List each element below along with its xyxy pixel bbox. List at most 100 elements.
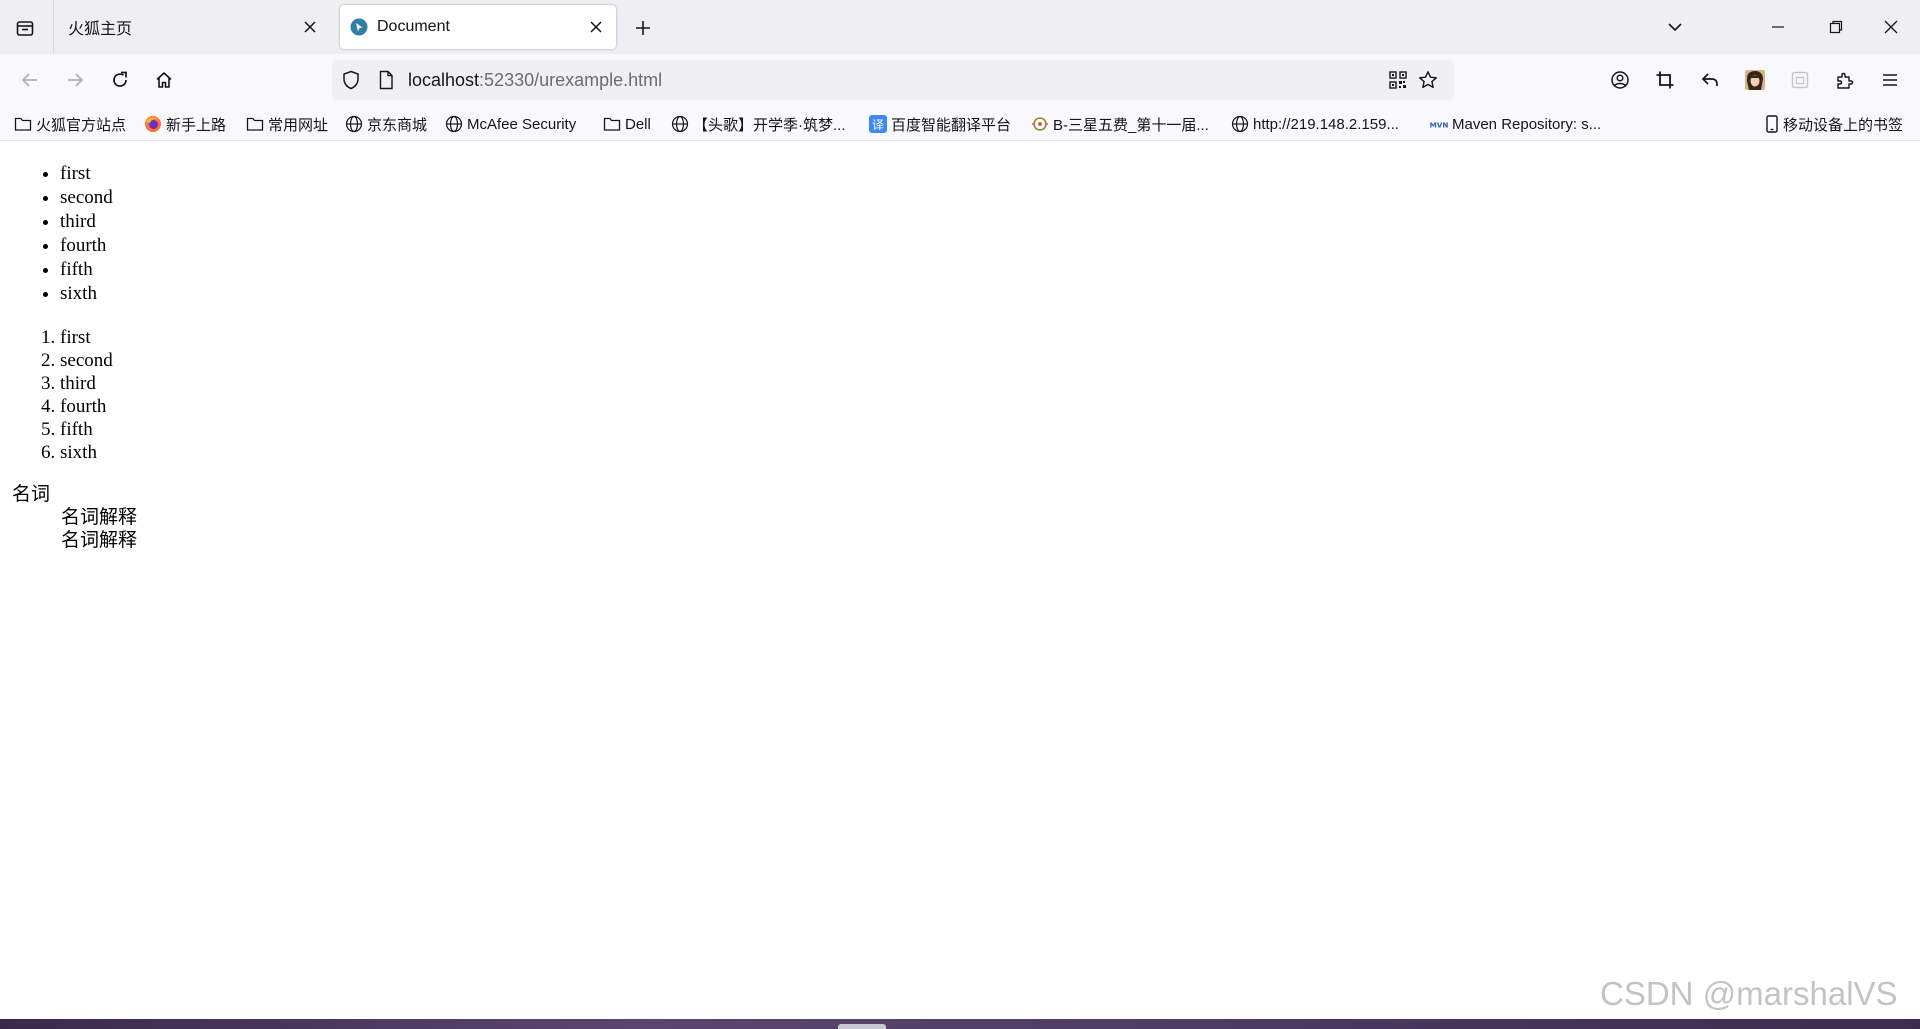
tab-close-icon[interactable] <box>584 15 608 39</box>
definition-description: 名词解释 <box>61 507 138 528</box>
bookmark-item[interactable]: McAfee Security <box>445 112 576 136</box>
screenshot-button[interactable] <box>1647 62 1683 98</box>
arrow-left-icon <box>20 70 40 90</box>
list-item: third <box>60 372 113 395</box>
globe-icon <box>1231 115 1249 133</box>
bookmark-item[interactable]: 【头歌】开学季·筑梦... <box>671 112 846 136</box>
folder-icon <box>603 115 621 133</box>
folder-icon <box>246 115 264 133</box>
globe-icon <box>445 115 463 133</box>
bookmark-label: B-三星五费_第十一届... <box>1053 116 1209 134</box>
tab-document[interactable]: Document <box>340 5 616 49</box>
page-content: first second third fourth fifth sixth fi… <box>0 142 1920 1019</box>
navigation-toolbar: localhost:52330/urexample.html <box>0 54 1920 107</box>
taskbar-handle <box>838 1024 886 1029</box>
globe-icon <box>345 115 363 133</box>
bookmark-star-icon[interactable] <box>1418 70 1438 90</box>
list-item: second <box>60 349 113 372</box>
bookmark-item[interactable]: B-三星五费_第十一届... <box>1031 112 1209 136</box>
definition-term: 名词 <box>12 484 51 505</box>
list-item: second <box>60 186 113 210</box>
profile-avatar-button[interactable] <box>1737 62 1773 98</box>
url-path: :52330/urexample.html <box>479 70 663 90</box>
definition-list: 名词 名词解释 名词解释 <box>12 483 137 552</box>
url-host: localhost <box>408 70 480 90</box>
bookmark-label: 新手上路 <box>166 116 227 134</box>
home-icon <box>154 70 174 90</box>
bookmarks-toolbar: 火狐官方站点 新手上路 常用网址 京东商城 McAfee Security De… <box>0 107 1920 141</box>
svg-text:MVN: MVN <box>1430 121 1448 130</box>
home-button[interactable] <box>146 62 182 98</box>
globe-icon <box>671 115 689 133</box>
chevron-down-icon <box>1666 18 1684 36</box>
extensions-button[interactable] <box>1827 62 1863 98</box>
firefox-view-icon <box>15 18 35 38</box>
desktop-taskbar-edge <box>0 1019 1920 1029</box>
bookmark-label: McAfee Security <box>467 115 577 133</box>
back-button[interactable] <box>12 62 48 98</box>
firefox-view-button[interactable] <box>8 12 42 44</box>
site-favicon-icon <box>350 18 368 36</box>
restore-icon <box>1829 20 1843 34</box>
reload-icon <box>110 70 130 90</box>
svg-text:译: 译 <box>872 118 884 132</box>
forward-button[interactable] <box>57 62 93 98</box>
watermark: CSDN @marshalVS <box>1600 975 1898 1012</box>
tab-strip: 火狐主页 Document <box>0 0 1920 54</box>
bookmark-label: 百度智能翻译平台 <box>891 116 1012 134</box>
list-item: fourth <box>60 395 113 418</box>
close-icon <box>1883 19 1899 35</box>
account-button[interactable] <box>1602 62 1638 98</box>
bookmark-label: 【头歌】开学季·筑梦... <box>693 116 846 134</box>
list-item: third <box>60 210 113 234</box>
bookmark-item[interactable]: 常用网址 <box>246 112 328 136</box>
arrow-right-icon <box>65 70 85 90</box>
bookmark-label: 京东商城 <box>367 116 428 134</box>
undo-button[interactable] <box>1692 62 1728 98</box>
tab-title: Document <box>377 18 450 35</box>
bookmark-item[interactable]: 新手上路 <box>144 112 226 136</box>
bookmark-item[interactable]: 京东商城 <box>345 112 427 136</box>
bookmark-label: Maven Repository: s... <box>1452 115 1602 133</box>
qr-code-icon[interactable] <box>1388 70 1408 90</box>
new-tab-button[interactable] <box>627 13 659 43</box>
unordered-list: first second third fourth fifth sixth <box>60 162 113 306</box>
folder-icon <box>14 115 32 133</box>
page-info-icon[interactable] <box>376 70 396 90</box>
tab-firefox-home[interactable]: 火狐主页 <box>55 5 330 49</box>
bookmark-item[interactable]: MVN Maven Repository: s... <box>1430 112 1601 136</box>
window-minimize-button[interactable] <box>1755 8 1801 46</box>
bookmark-label: Dell <box>625 115 651 133</box>
list-item: sixth <box>60 441 113 464</box>
firefox-icon <box>144 115 162 133</box>
maven-icon: MVN <box>1430 115 1448 133</box>
address-bar[interactable]: localhost:52330/urexample.html <box>332 60 1454 100</box>
hamburger-menu-icon <box>1881 71 1899 89</box>
minimize-icon <box>1771 20 1785 34</box>
bookmark-item[interactable]: 火狐官方站点 <box>14 112 126 136</box>
tab-strip-divider <box>53 0 54 54</box>
bookmark-item[interactable]: http://219.148.2.159... <box>1231 112 1399 136</box>
translate-icon: 译 <box>869 115 887 133</box>
mobile-bookmarks-item[interactable]: 移动设备上的书签 <box>1765 112 1903 136</box>
app-menu-button[interactable] <box>1872 62 1908 98</box>
window-restore-button[interactable] <box>1813 8 1859 46</box>
extension-square-icon <box>1790 70 1810 90</box>
reload-button[interactable] <box>102 62 138 98</box>
extension-disabled-button[interactable] <box>1782 62 1818 98</box>
list-item: fourth <box>60 234 113 258</box>
list-all-tabs-button[interactable] <box>1655 8 1695 46</box>
bookmark-item[interactable]: 译 百度智能翻译平台 <box>869 112 1011 136</box>
tracking-protection-shield-icon[interactable] <box>341 70 361 90</box>
bookmark-item[interactable]: Dell <box>603 112 651 136</box>
bookmark-label: 火狐官方站点 <box>36 116 127 134</box>
avatar-icon <box>1745 70 1765 90</box>
account-icon <box>1610 70 1630 90</box>
url-text[interactable]: localhost:52330/urexample.html <box>408 70 662 90</box>
list-item: fifth <box>60 418 113 441</box>
bookmark-label: 移动设备上的书签 <box>1783 116 1904 134</box>
list-item: first <box>60 162 113 186</box>
tab-close-icon[interactable] <box>298 15 322 39</box>
bookmark-label: 常用网址 <box>268 116 329 134</box>
window-close-button[interactable] <box>1868 8 1914 46</box>
